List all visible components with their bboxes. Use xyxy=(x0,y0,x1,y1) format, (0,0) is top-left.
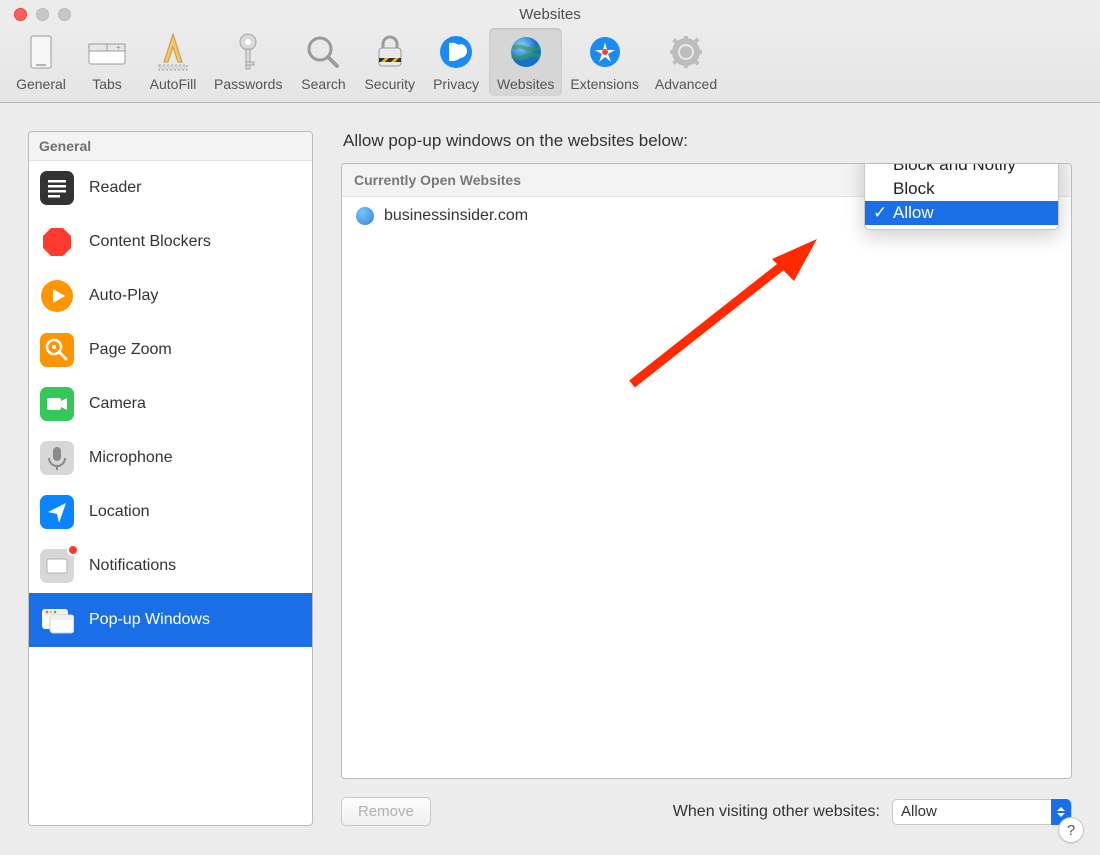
site-domain: businessinsider.com xyxy=(384,207,528,225)
other-websites-value: Allow xyxy=(901,803,937,820)
toolbar-passwords[interactable]: Passwords xyxy=(206,28,290,96)
pane-title: Allow pop-up windows on the websites bel… xyxy=(341,131,1072,151)
sidebar-heading: General xyxy=(29,132,312,161)
site-permission-dropdown[interactable]: Block and Notify Block Allow xyxy=(864,163,1059,230)
toolbar-extensions[interactable]: Extensions xyxy=(562,28,646,96)
websites-icon xyxy=(506,32,546,72)
other-websites-label: When visiting other websites: xyxy=(673,803,880,821)
toolbar-general[interactable]: General xyxy=(8,28,74,96)
camera-icon xyxy=(39,386,75,422)
sidebar-item-notifications[interactable]: Notifications xyxy=(29,539,312,593)
titlebar: Websites xyxy=(0,0,1100,24)
extensions-icon xyxy=(585,32,625,72)
dropdown-option-allow[interactable]: Allow xyxy=(865,201,1058,225)
gear-icon xyxy=(666,32,706,72)
bottom-controls: Remove When visiting other websites: All… xyxy=(341,797,1072,826)
toolbar-label: Websites xyxy=(497,76,554,92)
toolbar-advanced[interactable]: Advanced xyxy=(647,28,725,96)
sidebar-item-reader[interactable]: Reader xyxy=(29,161,312,215)
toolbar-label: Tabs xyxy=(92,76,122,92)
sidebar-item-label: Location xyxy=(89,503,150,521)
reader-icon xyxy=(39,170,75,206)
annotation-arrow xyxy=(622,234,822,394)
other-websites-select[interactable]: Allow xyxy=(892,799,1072,825)
sidebar-item-camera[interactable]: Camera xyxy=(29,377,312,431)
sidebar-item-label: Auto-Play xyxy=(89,287,158,305)
toolbar-label: Security xyxy=(364,76,415,92)
toolbar-search[interactable]: Search xyxy=(290,28,356,96)
sidebar-item-label: Microphone xyxy=(89,449,173,467)
play-icon xyxy=(39,278,75,314)
security-icon xyxy=(370,32,410,72)
passwords-icon xyxy=(228,32,268,72)
help-button[interactable]: ? xyxy=(1058,817,1084,843)
dropdown-option-block-notify[interactable]: Block and Notify xyxy=(865,163,1058,177)
sidebar-item-popups[interactable]: Pop-up Windows xyxy=(29,593,312,647)
sidebar-item-label: Pop-up Windows xyxy=(89,611,210,629)
sidebar-item-content-blockers[interactable]: Content Blockers xyxy=(29,215,312,269)
privacy-icon xyxy=(436,32,476,72)
toolbar-label: Advanced xyxy=(655,76,717,92)
toolbar-privacy[interactable]: Privacy xyxy=(423,28,489,96)
location-icon xyxy=(39,494,75,530)
globe-icon xyxy=(356,207,374,225)
general-icon xyxy=(21,32,61,72)
toolbar-label: Privacy xyxy=(433,76,479,92)
stop-icon xyxy=(39,224,75,260)
toolbar-websites[interactable]: Websites xyxy=(489,28,562,96)
sidebar-item-label: Reader xyxy=(89,179,141,197)
window-title: Websites xyxy=(0,6,1100,23)
prefs-toolbar: General + Tabs AutoFill Passwords Search… xyxy=(0,24,1100,103)
sidebar-item-label: Camera xyxy=(89,395,146,413)
search-icon xyxy=(303,32,343,72)
sidebar-item-page-zoom[interactable]: Page Zoom xyxy=(29,323,312,377)
toolbar-label: AutoFill xyxy=(150,76,197,92)
toolbar-label: Extensions xyxy=(570,76,638,92)
toolbar-label: Search xyxy=(301,76,345,92)
toolbar-security[interactable]: Security xyxy=(356,28,423,96)
toolbar-autofill[interactable]: AutoFill xyxy=(140,28,206,96)
autofill-icon xyxy=(153,32,193,72)
sidebar-item-location[interactable]: Location xyxy=(29,485,312,539)
tabs-icon: + xyxy=(87,32,127,72)
right-pane: Allow pop-up windows on the websites bel… xyxy=(341,131,1072,826)
popup-windows-icon xyxy=(39,602,75,638)
remove-button[interactable]: Remove xyxy=(341,797,431,826)
sidebar-item-label: Content Blockers xyxy=(89,233,211,251)
notifications-icon xyxy=(39,548,75,584)
sidebar-item-auto-play[interactable]: Auto-Play xyxy=(29,269,312,323)
sidebar-item-label: Notifications xyxy=(89,557,176,575)
sidebar-item-microphone[interactable]: Microphone xyxy=(29,431,312,485)
websites-list: Currently Open Websites businessinsider.… xyxy=(341,163,1072,779)
dropdown-option-block[interactable]: Block xyxy=(865,177,1058,201)
toolbar-label: General xyxy=(16,76,66,92)
svg-text:+: + xyxy=(116,43,121,52)
settings-sidebar: General Reader Content Blockers Auto-Pla… xyxy=(28,131,313,826)
microphone-icon xyxy=(39,440,75,476)
toolbar-label: Passwords xyxy=(214,76,282,92)
content-area: General Reader Content Blockers Auto-Pla… xyxy=(0,103,1100,854)
zoom-icon xyxy=(39,332,75,368)
sidebar-item-label: Page Zoom xyxy=(89,341,172,359)
toolbar-tabs[interactable]: + Tabs xyxy=(74,28,140,96)
